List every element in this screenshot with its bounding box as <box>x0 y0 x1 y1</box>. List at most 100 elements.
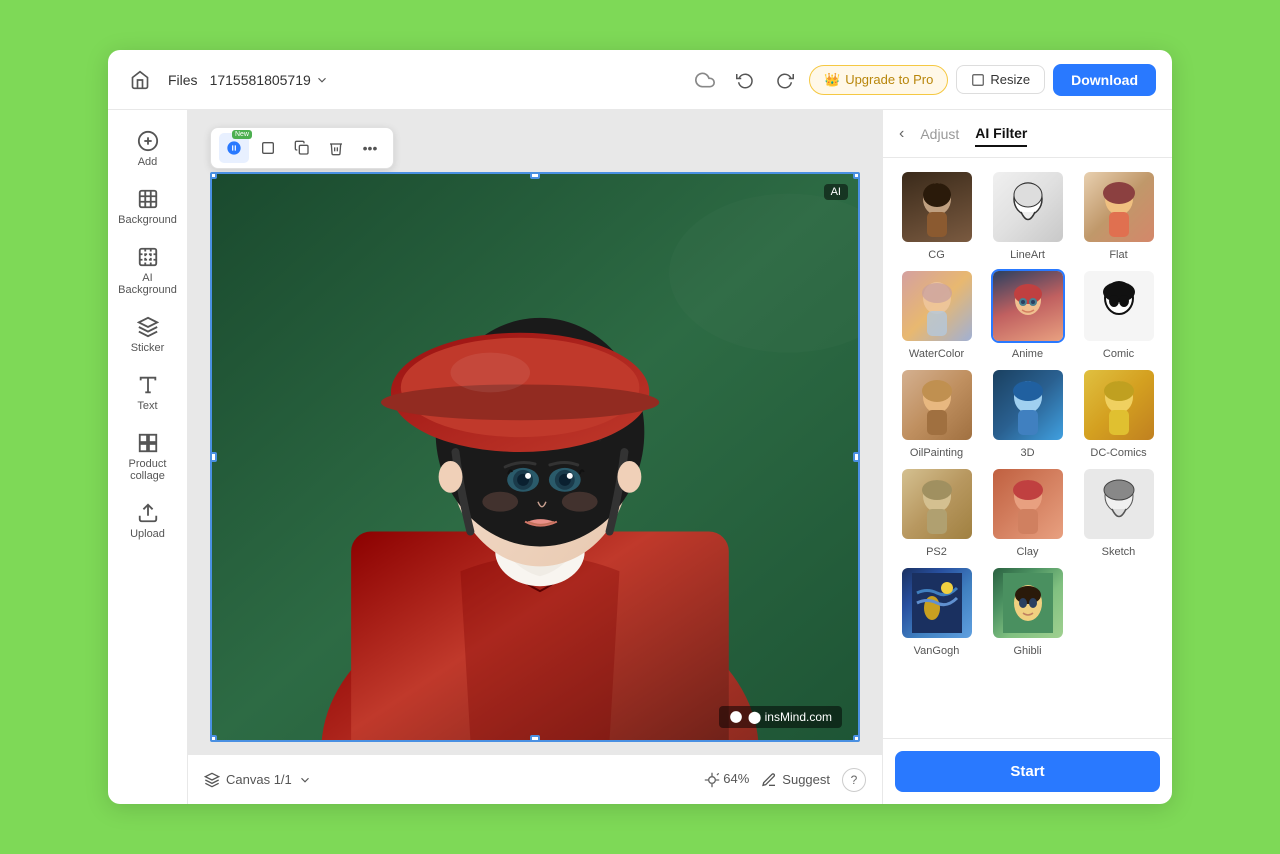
cloud-button[interactable] <box>689 64 721 96</box>
help-button[interactable]: ? <box>842 768 866 792</box>
undo-button[interactable] <box>729 64 761 96</box>
filter-label-oilpainting: OilPainting <box>910 447 963 459</box>
canvas-image: AI ⬤ insMind.com <box>210 172 860 742</box>
filter-ps2[interactable]: PS2 <box>895 467 978 558</box>
filter-sketch[interactable]: Sketch <box>1077 467 1160 558</box>
app-container: Files 1715581805719 <box>108 50 1172 804</box>
upgrade-button[interactable]: 👑 Upgrade to Pro <box>809 65 948 95</box>
sidebar-label-ai-background: AI Background <box>116 272 180 296</box>
filter-dccomics[interactable]: DC-Comics <box>1077 368 1160 459</box>
handle-middle-right[interactable] <box>853 452 860 462</box>
ai-tool-button[interactable]: New <box>219 133 249 163</box>
redo-button[interactable] <box>769 64 801 96</box>
filter-label-3d: 3D <box>1020 447 1034 459</box>
filter-thumb-watercolor[interactable] <box>900 269 974 343</box>
filter-label-ps2: PS2 <box>926 546 947 558</box>
filter-thumb-lineart[interactable] <box>991 170 1065 244</box>
suggest-label: Suggest <box>782 772 830 787</box>
start-button[interactable]: Start <box>895 751 1160 792</box>
filter-lineart[interactable]: LineArt <box>986 170 1069 261</box>
sidebar-label-text: Text <box>137 400 157 412</box>
filter-anime[interactable]: Anime <box>986 269 1069 360</box>
filter-thumb-sketch[interactable] <box>1082 467 1156 541</box>
filter-thumb-comic[interactable] <box>1082 269 1156 343</box>
filter-thumb-oilpainting[interactable] <box>900 368 974 442</box>
filter-vangogh[interactable]: VanGogh <box>895 566 978 657</box>
tab-adjust[interactable]: Adjust <box>920 122 959 146</box>
sidebar-item-add[interactable]: Add <box>112 122 184 176</box>
handle-top-right[interactable] <box>853 172 860 179</box>
home-button[interactable] <box>124 64 156 96</box>
filter-label-lineart: LineArt <box>1010 249 1045 261</box>
filter-cg[interactable]: CG <box>895 170 978 261</box>
canvas-layers-button[interactable]: Canvas 1/1 <box>204 772 312 788</box>
suggest-button[interactable]: Suggest <box>761 772 830 788</box>
bottom-actions: Suggest ? <box>761 768 866 792</box>
right-panel: ‹ Adjust AI Filter CG <box>882 110 1172 804</box>
filter-ghibli[interactable]: Ghibli <box>986 566 1069 657</box>
sidebar-label-upload: Upload <box>130 528 165 540</box>
handle-bottom-left[interactable] <box>210 735 217 742</box>
panel-back-button[interactable]: ‹ <box>899 125 904 143</box>
filter-flat[interactable]: Flat <box>1077 170 1160 261</box>
filter-label-cg: CG <box>928 249 945 261</box>
filter-comic[interactable]: Comic <box>1077 269 1160 360</box>
sidebar-item-text[interactable]: Text <box>112 366 184 420</box>
filter-label-anime: Anime <box>1012 348 1043 360</box>
zoom-value: 64% <box>723 771 749 786</box>
left-sidebar: Add Background <box>108 110 188 804</box>
main-body: Add Background <box>108 110 1172 804</box>
handle-top-left[interactable] <box>210 172 217 179</box>
resize-button[interactable]: Resize <box>956 65 1045 94</box>
filter-label-sketch: Sketch <box>1102 546 1136 558</box>
canvas-wrapper: New <box>210 172 860 742</box>
download-button[interactable]: Download <box>1053 64 1156 96</box>
filter-label-vangogh: VanGogh <box>914 645 960 657</box>
filter-thumb-vangogh[interactable] <box>900 566 974 640</box>
sidebar-label-add: Add <box>138 156 158 168</box>
filter-3d[interactable]: 3D <box>986 368 1069 459</box>
sidebar-label-sticker: Sticker <box>131 342 165 354</box>
filter-grid: CG LineArt <box>883 158 1172 738</box>
handle-middle-left[interactable] <box>210 452 217 462</box>
filter-label-ghibli: Ghibli <box>1013 645 1041 657</box>
filter-label-comic: Comic <box>1103 348 1134 360</box>
filter-oilpainting[interactable]: OilPainting <box>895 368 978 459</box>
filename-display[interactable]: 1715581805719 <box>210 72 329 88</box>
sidebar-label-product-collage: Product collage <box>116 458 180 482</box>
header: Files 1715581805719 <box>108 50 1172 110</box>
zoom-info: 64% <box>704 771 750 788</box>
handle-top-middle[interactable] <box>530 172 540 179</box>
duplicate-tool-button[interactable] <box>287 133 317 163</box>
filter-thumb-ghibli[interactable] <box>991 566 1065 640</box>
filter-thumb-ps2[interactable] <box>900 467 974 541</box>
files-link[interactable]: Files <box>168 72 198 88</box>
sidebar-item-ai-background[interactable]: AI Background <box>112 238 184 304</box>
filter-label-flat: Flat <box>1109 249 1127 261</box>
new-badge: New <box>232 130 252 139</box>
sidebar-item-upload[interactable]: Upload <box>112 494 184 548</box>
filter-thumb-3d[interactable] <box>991 368 1065 442</box>
more-tool-button[interactable]: ••• <box>355 133 385 163</box>
sidebar-item-background[interactable]: Background <box>112 180 184 234</box>
filter-thumb-cg[interactable] <box>900 170 974 244</box>
canvas-label: Canvas 1/1 <box>226 772 292 787</box>
watermark: ⬤ insMind.com <box>719 706 842 728</box>
header-actions: 👑 Upgrade to Pro Resize Download <box>689 64 1156 96</box>
filter-thumb-clay[interactable] <box>991 467 1065 541</box>
filter-thumb-dccomics[interactable] <box>1082 368 1156 442</box>
filter-clay[interactable]: Clay <box>986 467 1069 558</box>
sidebar-item-product-collage[interactable]: Product collage <box>112 424 184 490</box>
crop-tool-button[interactable] <box>253 133 283 163</box>
filter-thumb-anime[interactable] <box>991 269 1065 343</box>
delete-tool-button[interactable] <box>321 133 351 163</box>
filter-watercolor[interactable]: WaterColor <box>895 269 978 360</box>
filter-thumb-flat[interactable] <box>1082 170 1156 244</box>
handle-bottom-right[interactable] <box>853 735 860 742</box>
handle-bottom-middle[interactable] <box>530 735 540 742</box>
filter-label-watercolor: WaterColor <box>909 348 964 360</box>
tab-ai-filter[interactable]: AI Filter <box>975 121 1027 147</box>
floating-toolbar: New <box>210 127 394 169</box>
sidebar-label-background: Background <box>118 214 177 226</box>
sidebar-item-sticker[interactable]: Sticker <box>112 308 184 362</box>
